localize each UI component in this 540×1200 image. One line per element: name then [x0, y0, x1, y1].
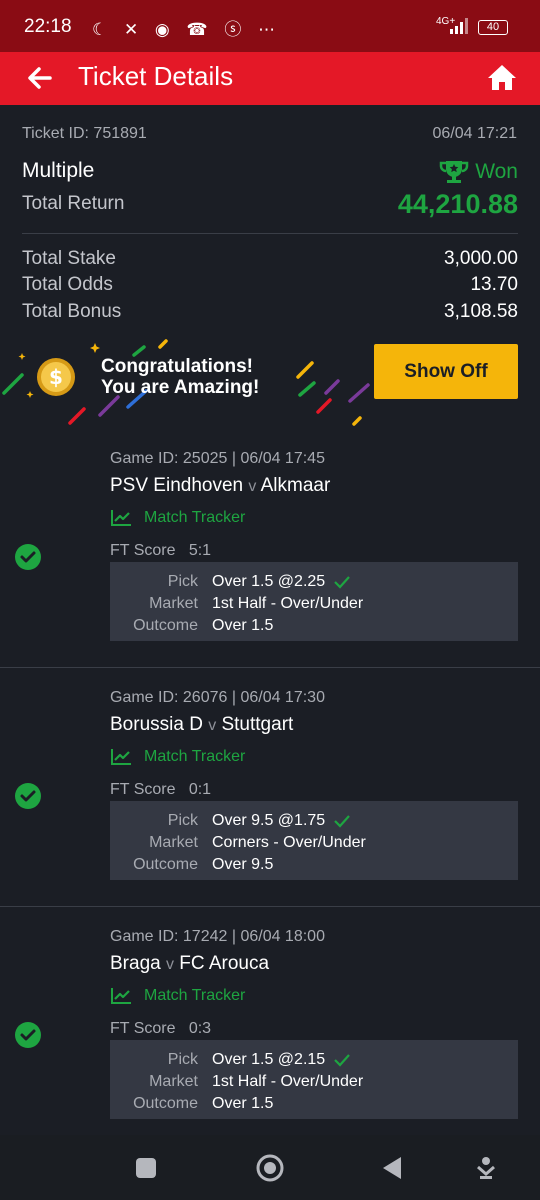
chart-line-icon [111, 749, 131, 765]
selection-card: Game ID: 26076 | 06/04 17:30 Borussia D … [0, 669, 540, 907]
keyboard-hide-icon[interactable] [470, 1152, 502, 1184]
recent-apps-icon[interactable] [130, 1152, 162, 1184]
total-bonus-label: Total Bonus [22, 301, 122, 322]
outcome-value: Over 1.5 [212, 617, 274, 634]
outcome-value: Over 1.5 [212, 1095, 274, 1112]
match-teams: Borussia D v Stuttgart [110, 714, 293, 736]
total-odds-label: Total Odds [22, 274, 113, 295]
pick-label: Pick [167, 1051, 198, 1068]
match-tracker-label: Match Tracker [144, 748, 246, 765]
divider [0, 906, 540, 907]
svg-text:$: $ [49, 365, 63, 389]
signal-icon [450, 18, 468, 34]
check-circle-icon [15, 1022, 41, 1048]
page-title: Ticket Details [78, 61, 234, 91]
congrats-banner: $ Congratulations! You are Amazing! Show… [0, 335, 540, 430]
check-circle-icon [15, 544, 41, 570]
game-id: Game ID: 17242 | 06/04 18:00 [110, 928, 325, 945]
show-off-button[interactable]: Show Off [374, 344, 518, 399]
selection-card: Game ID: 17242 | 06/04 18:00 Braga v FC … [0, 908, 540, 1146]
home-icon[interactable] [484, 60, 520, 96]
match-tracker-label: Match Tracker [144, 509, 246, 526]
market-label: Market [149, 595, 198, 612]
congrats-line-1: Congratulations! [101, 356, 253, 377]
bet-type: Multiple [22, 159, 95, 182]
market-value: 1st Half - Over/Under [212, 1073, 364, 1090]
pick-label: Pick [167, 573, 198, 590]
pick-details: Pick Over 1.5 @2.25 Market 1st Half - Ov… [110, 562, 518, 641]
pick-label: Pick [167, 812, 198, 829]
pick-text: Over 1.5 @2.15 [212, 1051, 326, 1068]
outcome-value: Over 9.5 [212, 856, 274, 873]
total-stake-value: 3,000.00 [444, 248, 518, 269]
status-bar: 22:18 ☾ ✕ ◉ ☎ ⓢ ⋯ 4G+ 40 [0, 0, 540, 52]
trophy-icon [439, 161, 469, 183]
ft-score: FT Score 5:1 [110, 542, 212, 559]
match-tracker-link[interactable]: Match Tracker [110, 509, 245, 527]
battery-icon: 40 [478, 20, 508, 35]
status-badge: Won [439, 159, 518, 185]
check-circle-icon [15, 783, 41, 809]
home-button-icon[interactable] [254, 1152, 286, 1184]
total-bonus-value: 3,108.58 [444, 301, 518, 322]
game-id: Game ID: 25025 | 06/04 17:45 [110, 450, 325, 467]
status-label: Won [475, 160, 518, 183]
system-nav-bar [0, 1135, 540, 1200]
match-tracker-link[interactable]: Match Tracker [110, 987, 245, 1005]
divider [0, 667, 540, 668]
checkmark-icon [334, 815, 351, 828]
vs-label: v [248, 478, 257, 495]
chart-line-icon [111, 510, 131, 526]
pick-details: Pick Over 1.5 @2.15 Market 1st Half - Ov… [110, 1040, 518, 1119]
pick-value: Over 1.5 @2.25 [212, 573, 351, 591]
vs-label: v [208, 717, 217, 734]
match-teams: PSV Eindhoven v Alkmaar [110, 475, 330, 497]
away-team: FC Arouca [179, 953, 270, 974]
coin-icon: $ [37, 358, 75, 396]
pick-details: Pick Over 9.5 @1.75 Market Corners - Ove… [110, 801, 518, 880]
pick-value: Over 9.5 @1.75 [212, 812, 351, 830]
vs-label: v [165, 956, 174, 973]
home-team: Borussia D [110, 714, 203, 735]
notification-icons: ☾ ✕ ◉ ☎ ⓢ ⋯ [92, 20, 282, 39]
status-time: 22:18 [24, 16, 72, 37]
match-tracker-link[interactable]: Match Tracker [110, 748, 245, 766]
match-tracker-label: Match Tracker [144, 987, 246, 1004]
chart-line-icon [111, 988, 131, 1004]
back-triangle-icon[interactable] [377, 1152, 409, 1184]
selection-card: Game ID: 25025 | 06/04 17:45 PSV Eindhov… [0, 430, 540, 668]
ticket-date: 06/04 17:21 [432, 125, 517, 142]
market-value: 1st Half - Over/Under [212, 595, 364, 612]
outcome-label: Outcome [133, 1095, 198, 1112]
game-id: Game ID: 26076 | 06/04 17:30 [110, 689, 325, 706]
home-team: PSV Eindhoven [110, 475, 244, 496]
total-return-label: Total Return [22, 193, 125, 214]
checkmark-icon [334, 1054, 351, 1067]
app-bar: Ticket Details [0, 52, 540, 105]
match-teams: Braga v FC Arouca [110, 953, 269, 975]
checkmark-icon [334, 576, 351, 589]
outcome-label: Outcome [133, 617, 198, 634]
total-stake-label: Total Stake [22, 248, 116, 269]
ft-score: FT Score 0:1 [110, 781, 212, 798]
home-team: Braga [110, 953, 161, 974]
away-team: Alkmaar [260, 475, 331, 496]
divider [22, 233, 518, 234]
back-arrow-icon[interactable] [22, 60, 58, 96]
total-return-value: 44,210.88 [397, 189, 518, 219]
market-label: Market [149, 834, 198, 851]
outcome-label: Outcome [133, 856, 198, 873]
pick-text: Over 9.5 @1.75 [212, 812, 326, 829]
pick-value: Over 1.5 @2.15 [212, 1051, 351, 1069]
market-value: Corners - Over/Under [212, 834, 366, 851]
away-team: Stuttgart [221, 714, 294, 735]
total-odds-value: 13.70 [470, 274, 518, 295]
market-label: Market [149, 1073, 198, 1090]
ticket-id: Ticket ID: 751891 [22, 125, 147, 142]
pick-text: Over 1.5 @2.25 [212, 573, 326, 590]
congrats-line-2: You are Amazing! [101, 377, 260, 398]
congrats-message: Congratulations! You are Amazing! [101, 356, 259, 398]
ft-score: FT Score 0:3 [110, 1020, 212, 1037]
